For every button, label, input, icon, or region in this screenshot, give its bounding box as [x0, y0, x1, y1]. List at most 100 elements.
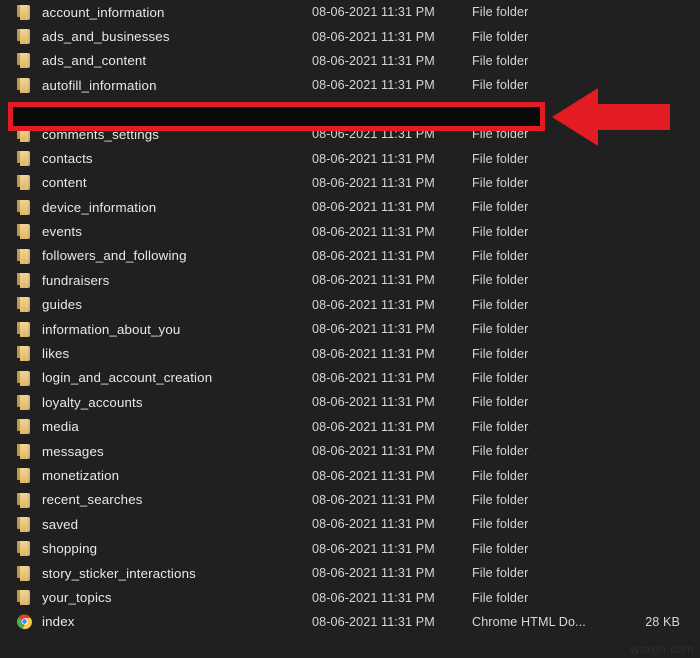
file-type-cell: File folder [472, 468, 529, 483]
file-name-label: saved [42, 516, 79, 532]
date-modified-cell: 08-06-2021 11:31 PM [312, 493, 435, 507]
file-name-label: fundraisers [42, 272, 110, 288]
table-row[interactable]: story_sticker_interactions 08-06-2021 11:… [0, 561, 700, 585]
table-row[interactable]: followers_and_following 08-06-2021 11:31 … [0, 244, 700, 268]
table-row[interactable]: likes 08-06-2021 11:31 PM File folder [0, 341, 700, 365]
date-modified-cell: 08-06-2021 11:31 PM [312, 614, 435, 629]
file-name-cell[interactable]: guides [16, 293, 82, 317]
file-type-cell: File folder [472, 151, 529, 166]
file-type-cell: File folder [472, 566, 529, 581]
file-name-cell[interactable]: ads_and_businesses [16, 24, 170, 48]
file-name-cell[interactable]: shopping [16, 537, 97, 561]
file-name-label: story_sticker_interactions [42, 565, 196, 581]
file-size-cell [596, 317, 680, 341]
file-name-cell[interactable]: device_information [16, 195, 156, 219]
table-row[interactable]: index 08-06-2021 11:31 PM Chrome HTML Do..… [0, 610, 700, 634]
file-name-cell[interactable]: followers_and_following [16, 244, 187, 268]
folder-icon [16, 344, 33, 363]
file-size-cell [596, 341, 680, 365]
file-name-cell[interactable]: likes [16, 341, 69, 365]
table-row[interactable]: login_and_account_creation 08-06-2021 11:… [0, 366, 700, 390]
file-name-cell[interactable]: autofill_information [16, 73, 157, 97]
folder-icon [16, 564, 33, 583]
file-type-cell: File folder [472, 5, 529, 20]
file-size-cell [596, 366, 680, 390]
file-name-cell[interactable]: loyalty_accounts [16, 390, 143, 414]
table-row[interactable]: content 08-06-2021 11:31 PM File folder [0, 171, 700, 195]
file-size-cell: 28 KB [645, 614, 680, 629]
file-name-cell[interactable]: information_about_you [16, 317, 180, 341]
site-watermark: wsxdn.com [630, 642, 694, 656]
file-size-cell [596, 0, 680, 24]
file-name-cell[interactable]: recent_searches [16, 488, 143, 512]
file-name-cell[interactable]: account_information [16, 0, 165, 24]
file-type-cell: File folder [472, 297, 529, 312]
table-row[interactable]: ads_and_businesses 08-06-2021 11:31 PM Fil… [0, 24, 700, 48]
file-name-cell[interactable]: comments_settings [16, 122, 159, 146]
file-size-cell [596, 463, 680, 487]
file-size-cell [596, 561, 680, 585]
file-size-cell [596, 537, 680, 561]
date-modified-cell: 08-06-2021 11:31 PM [312, 297, 435, 312]
file-size-cell [596, 220, 680, 244]
folder-icon [16, 76, 33, 95]
file-name-label: your_topics [42, 589, 112, 605]
file-name-cell[interactable]: saved [16, 512, 78, 536]
file-name-label: likes [42, 346, 70, 362]
table-row[interactable]: fundraisers 08-06-2021 11:31 PM File folde… [0, 268, 700, 292]
table-row[interactable]: saved 08-06-2021 11:31 PM File folder [0, 512, 700, 536]
date-modified-cell: 08-06-2021 11:31 PM [312, 517, 435, 532]
file-name-label: comments [42, 102, 105, 118]
file-size-cell [596, 268, 680, 292]
folder-icon [16, 466, 33, 485]
file-type-cell: File folder [472, 273, 529, 288]
file-name-label: messages [42, 443, 104, 459]
folder-icon [16, 295, 33, 314]
file-name-cell[interactable]: events [16, 220, 82, 244]
table-row[interactable]: messages 08-06-2021 11:31 PM File folder [0, 439, 700, 463]
file-name-cell[interactable]: content [16, 171, 87, 195]
table-row[interactable]: information_about_you 08-06-2021 11:31 PM… [0, 317, 700, 341]
table-row[interactable]: ads_and_content 08-06-2021 11:31 PM File f… [0, 49, 700, 73]
table-row[interactable]: recent_searches 08-06-2021 11:31 PM File f… [0, 488, 700, 512]
table-row[interactable]: contacts 08-06-2021 11:31 PM File folder [0, 146, 700, 170]
file-name-cell[interactable]: ads_and_content [16, 49, 146, 73]
date-modified-cell: 08-06-2021 11:31 PM [312, 151, 435, 166]
folder-icon [16, 198, 33, 217]
file-name-cell[interactable]: index [16, 610, 75, 634]
table-row[interactable]: your_topics 08-06-2021 11:31 PM File folde… [0, 585, 700, 609]
file-type-cell: File folder [472, 53, 529, 68]
table-row[interactable]: account_information 08-06-2021 11:31 PM Fi… [0, 0, 700, 24]
file-name-label: media [42, 419, 79, 435]
file-type-cell: File folder [472, 102, 529, 117]
table-row[interactable]: media 08-06-2021 11:31 PM File folder [0, 415, 700, 439]
table-row[interactable]: shopping 08-06-2021 11:31 PM File folder [0, 537, 700, 561]
table-row[interactable]: device_information 08-06-2021 11:31 PM Fil… [0, 195, 700, 219]
file-name-cell[interactable]: messages [16, 439, 104, 463]
file-name-cell[interactable]: story_sticker_interactions [16, 561, 196, 585]
date-modified-cell: 08-06-2021 11:31 PM [312, 371, 435, 386]
file-name-label: device_information [42, 199, 157, 215]
date-modified-cell: 08-06-2021 11:31 PM [312, 175, 435, 190]
file-name-cell[interactable]: comments [16, 98, 105, 122]
file-name-cell[interactable]: media [16, 415, 79, 439]
folder-icon [16, 320, 33, 339]
file-size-cell [596, 415, 680, 439]
file-name-cell[interactable]: login_and_account_creation [16, 366, 212, 390]
folder-icon [16, 100, 33, 119]
file-name-cell[interactable]: fundraisers [16, 268, 109, 292]
table-row[interactable]: monetization 08-06-2021 11:31 PM File fold… [0, 463, 700, 487]
table-row[interactable]: guides 08-06-2021 11:31 PM File folder [0, 293, 700, 317]
file-name-label: guides [42, 297, 83, 313]
folder-icon [16, 393, 33, 412]
table-row[interactable]: loyalty_accounts 08-06-2021 11:31 PM File … [0, 390, 700, 414]
folder-icon [16, 3, 33, 22]
file-name-cell[interactable]: contacts [16, 146, 93, 170]
file-name-cell[interactable]: monetization [16, 463, 119, 487]
table-row[interactable]: events 08-06-2021 11:31 PM File folder [0, 220, 700, 244]
date-modified-cell: 08-06-2021 11:31 PM [312, 590, 435, 605]
file-name-cell[interactable]: your_topics [16, 585, 112, 609]
file-name-label: monetization [42, 467, 120, 483]
file-type-cell: File folder [472, 517, 529, 532]
file-size-cell [596, 146, 680, 170]
